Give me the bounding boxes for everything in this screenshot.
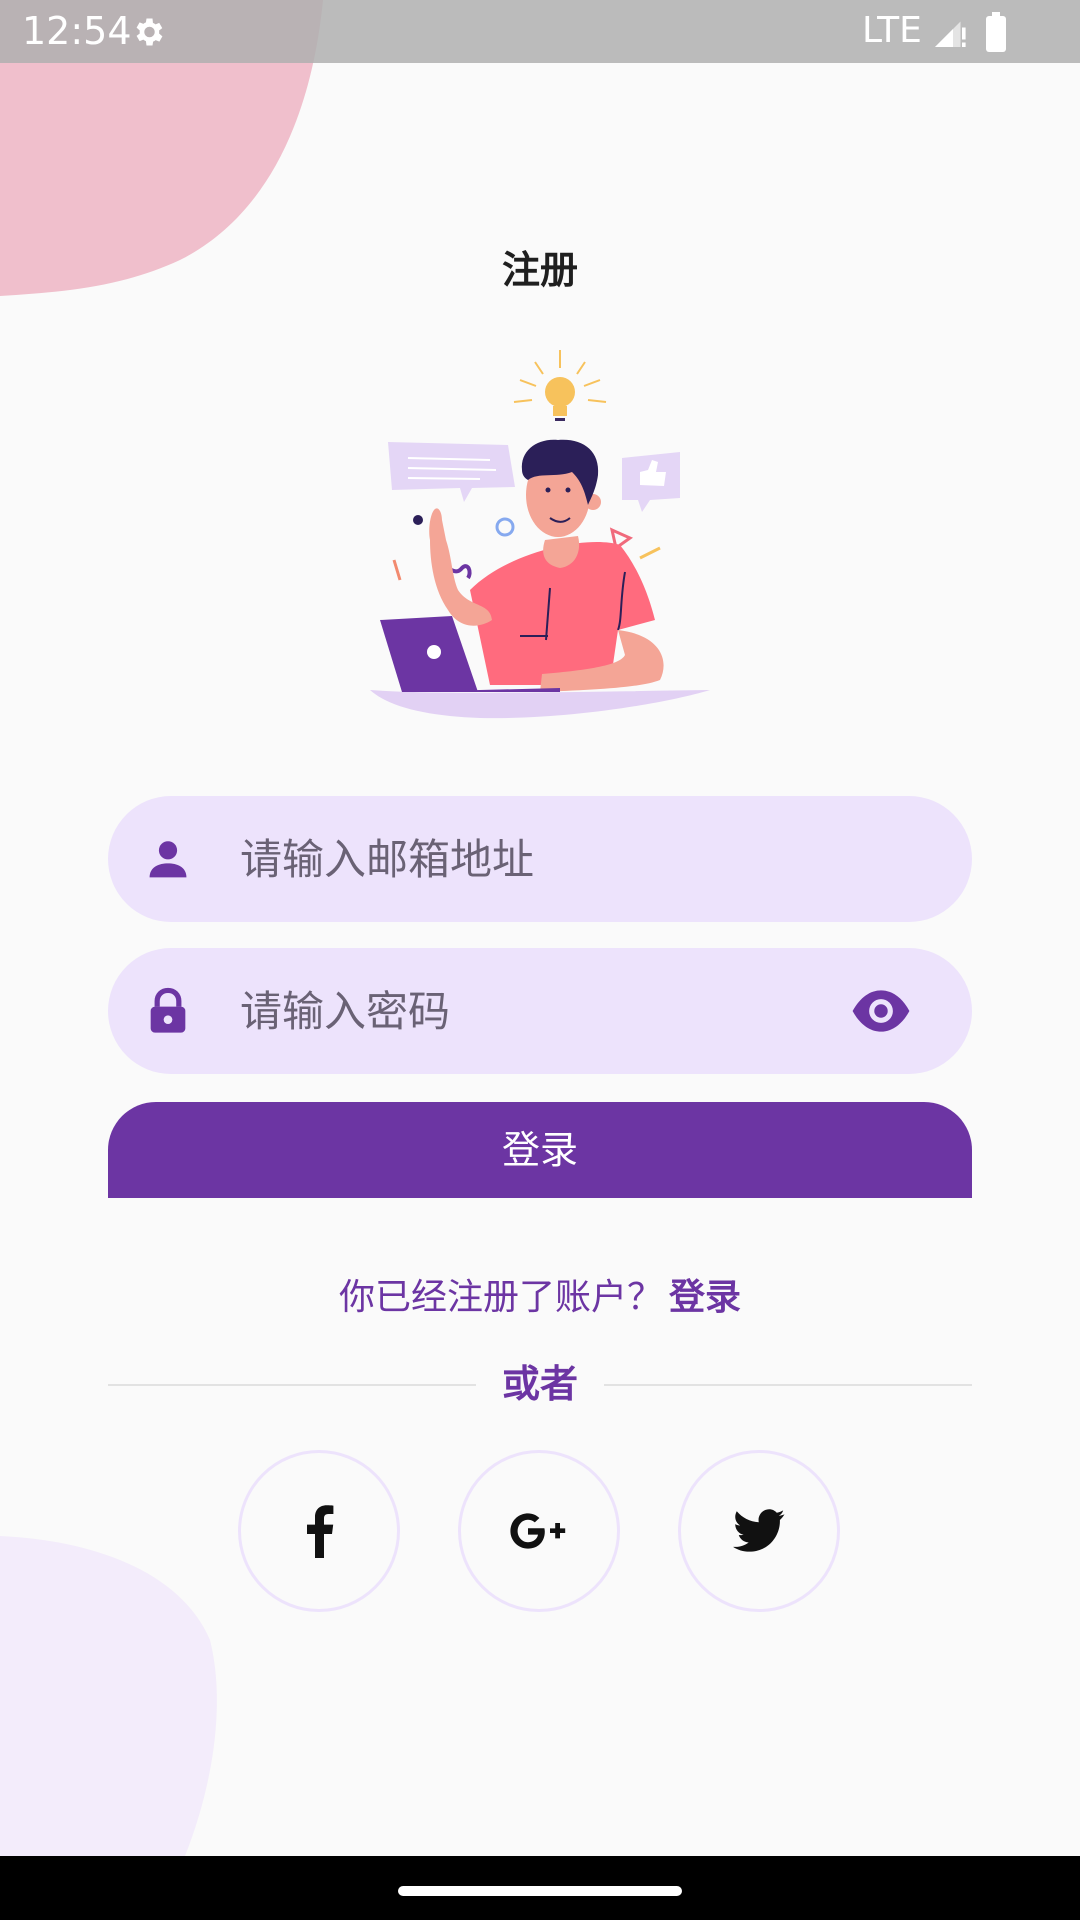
person-icon	[149, 841, 187, 878]
gear-icon	[136, 18, 163, 46]
twitter-login-button[interactable]	[678, 1450, 840, 1612]
lock-icon	[150, 987, 186, 1033]
page-title: 注册	[501, 248, 578, 292]
status-bar: 12:54 LTE	[0, 0, 1080, 63]
status-time: 12:54	[22, 9, 132, 53]
divider-left	[108, 1384, 476, 1386]
email-input[interactable]	[240, 796, 800, 922]
google-plus-icon	[510, 1513, 566, 1549]
facebook-icon	[307, 1505, 334, 1558]
signup-screen: 12:54 LTE 注册 请输入邮箱地址 登录 你已经注册了账户？ 登录 或者	[0, 0, 1080, 1920]
facebook-login-button[interactable]	[238, 1450, 400, 1612]
already-registered-text: 你已经注册了账户？	[338, 1277, 663, 1318]
battery-icon	[986, 12, 1006, 52]
network-type: LTE	[862, 10, 922, 51]
eye-icon[interactable]	[850, 986, 912, 1036]
home-indicator[interactable]	[398, 1886, 682, 1896]
password-input[interactable]	[240, 948, 800, 1074]
twitter-icon	[733, 1509, 785, 1552]
lavender-blob-decoration	[0, 1536, 217, 1856]
divider-right	[604, 1384, 972, 1386]
signal-icon	[935, 21, 966, 47]
login-link[interactable]: 登录	[669, 1277, 741, 1318]
or-divider-label: 或者	[501, 1362, 578, 1406]
password-field[interactable]	[108, 948, 972, 1074]
login-button[interactable]: 登录	[108, 1102, 972, 1198]
google-plus-login-button[interactable]	[458, 1450, 620, 1612]
person-at-laptop-illustration	[370, 350, 710, 719]
email-field[interactable]	[108, 796, 972, 922]
already-registered-row: 你已经注册了账户？ 登录	[0, 1268, 1080, 1328]
